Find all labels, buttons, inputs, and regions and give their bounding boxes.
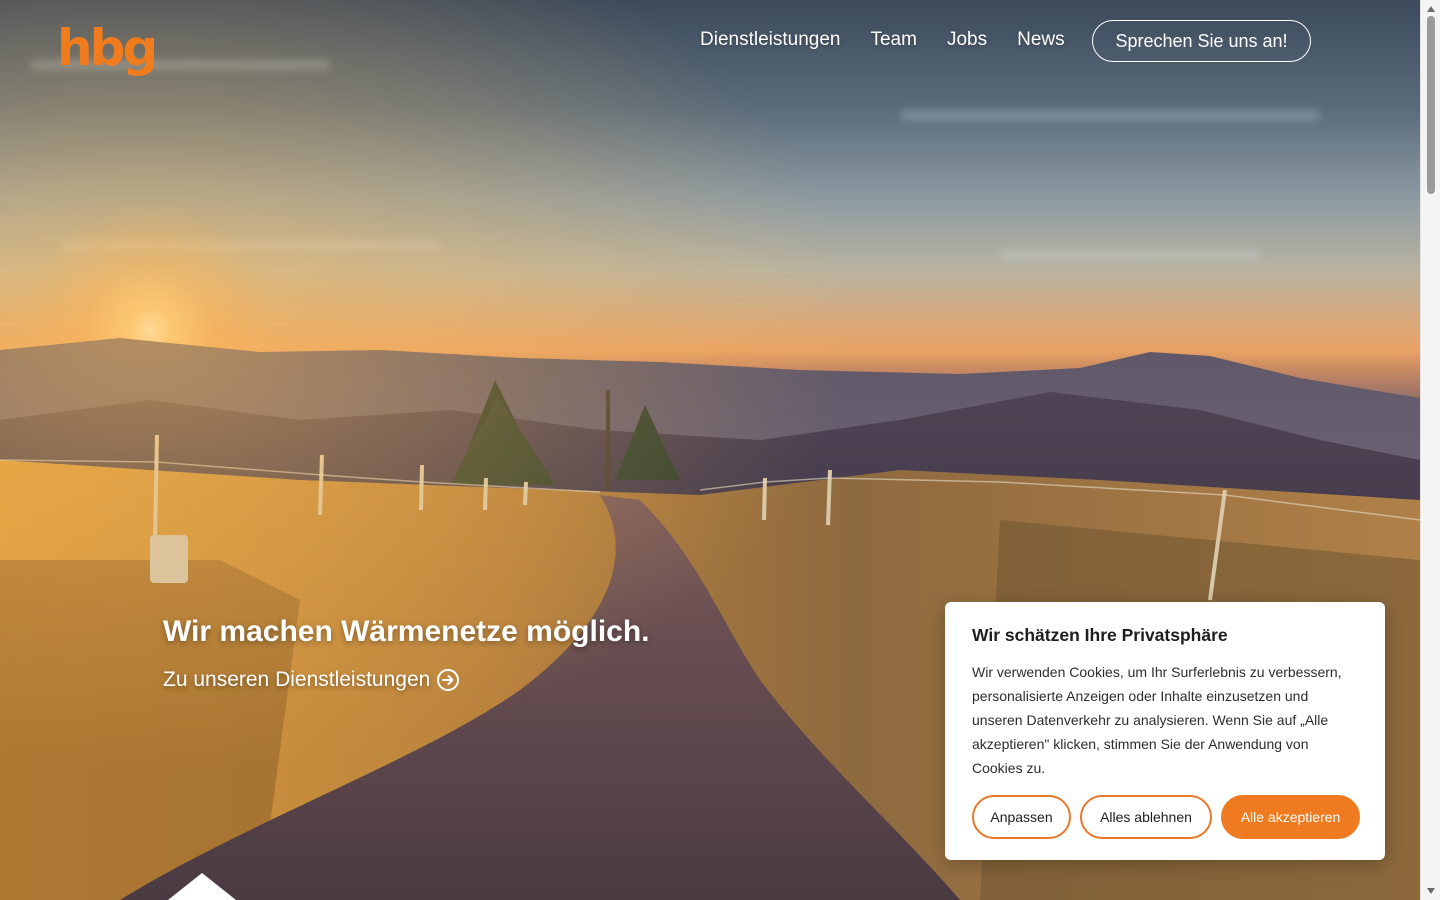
scroll-down-arrow-icon[interactable] xyxy=(1427,888,1435,894)
contact-cta-button[interactable]: Sprechen Sie uns an! xyxy=(1092,20,1311,62)
nav-item-dienstleistungen[interactable]: Dienstleistungen xyxy=(700,28,840,52)
main-navigation: Dienstleistungen Team Jobs News xyxy=(700,28,1065,52)
cookie-consent-dialog: Wir schätzen Ihre Privatsphäre Wir verwe… xyxy=(945,602,1385,860)
cookie-customize-button[interactable]: Anpassen xyxy=(972,795,1071,839)
nav-item-team[interactable]: Team xyxy=(870,28,916,52)
nav-item-news[interactable]: News xyxy=(1017,28,1065,52)
cookie-button-row: Anpassen Alles ablehnen Alle akzeptieren xyxy=(972,795,1360,839)
logo[interactable]: hbg xyxy=(57,18,158,78)
nav-item-jobs[interactable]: Jobs xyxy=(947,28,987,52)
cookie-accept-button[interactable]: Alle akzeptieren xyxy=(1221,795,1360,839)
cookie-title: Wir schätzen Ihre Privatsphäre xyxy=(972,625,1228,645)
services-link-label: Zu unseren Dienstleistungen xyxy=(163,668,431,691)
page-scrollbar[interactable] xyxy=(1420,0,1440,900)
services-link[interactable]: Zu unseren Dienstleistungen xyxy=(163,666,460,694)
section-notch xyxy=(168,873,236,900)
cookie-body-text: Wir verwenden Cookies, um Ihr Surferlebn… xyxy=(972,664,1342,776)
hero-headline: Wir machen Wärmenetze möglich. xyxy=(163,615,650,648)
cookie-reject-button[interactable]: Alles ablehnen xyxy=(1080,795,1212,839)
arrow-right-circle-icon xyxy=(436,668,460,692)
scrollbar-thumb[interactable] xyxy=(1427,16,1435,194)
scroll-up-arrow-icon[interactable] xyxy=(1427,6,1435,12)
